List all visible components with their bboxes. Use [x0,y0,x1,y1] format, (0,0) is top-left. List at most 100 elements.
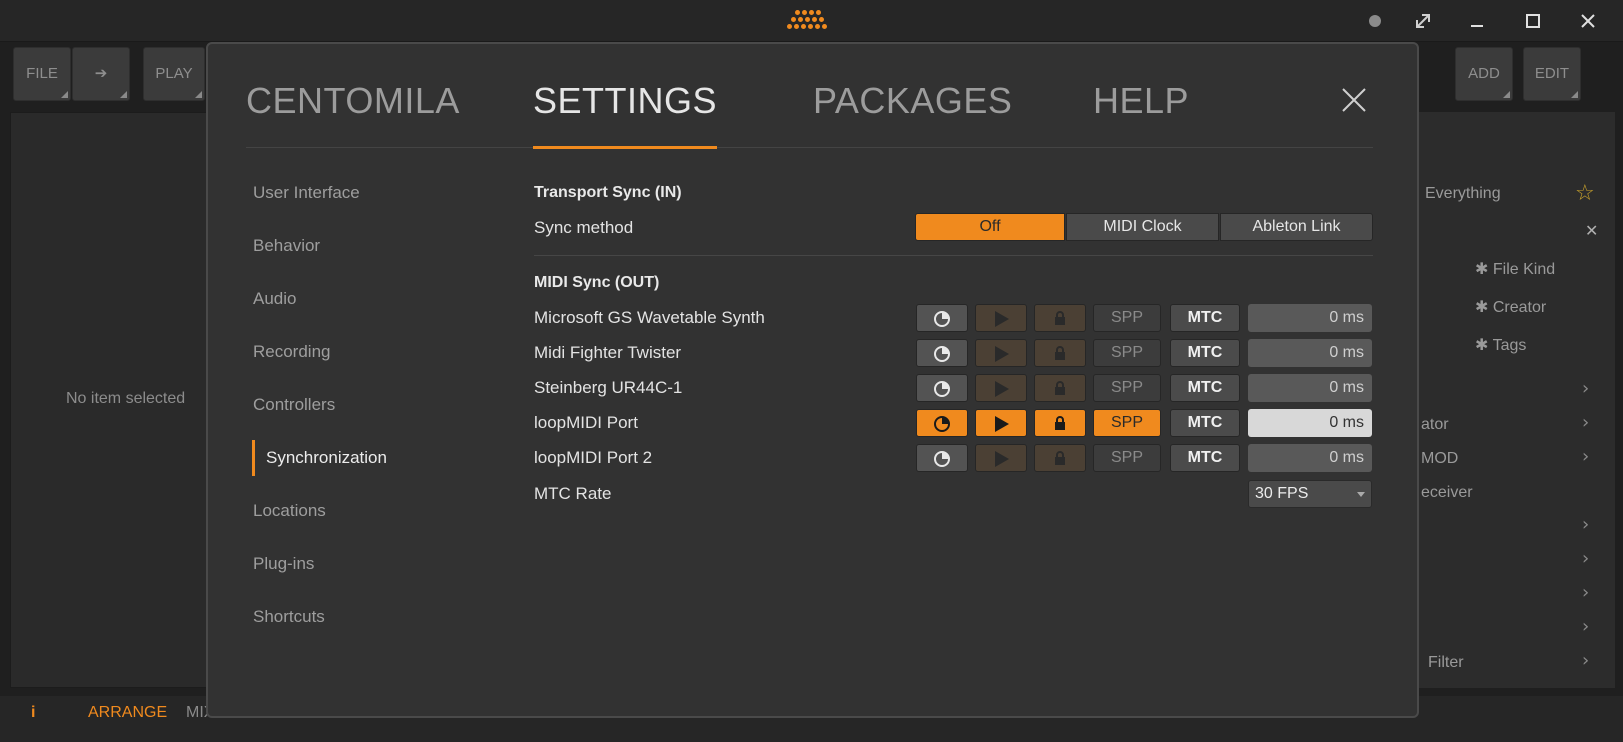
clock-toggle[interactable] [916,409,968,437]
midi-port-name: Midi Fighter Twister [534,343,682,362]
chevron-right-icon[interactable]: › [1582,650,1589,671]
chevron-right-icon[interactable]: › [1582,616,1589,637]
add-button[interactable]: ADD [1455,47,1513,101]
transport-toggle[interactable] [975,304,1027,332]
midi-port-name: loopMIDI Port 2 [534,448,653,467]
clock-toggle[interactable] [916,444,968,472]
nav-behavior[interactable]: Behavior [253,236,320,256]
transport-toggle[interactable] [975,444,1027,472]
chevron-right-icon[interactable]: › [1582,446,1589,467]
browser-item[interactable]: Filter [1428,654,1464,672]
filter-tags[interactable]: ✱ Tags [1475,335,1526,355]
filter-label: File Kind [1492,261,1556,278]
mtc-rate-select[interactable]: 30 FPS [1248,480,1372,508]
fullscreen-toggle-icon[interactable] [1411,9,1435,33]
mtc-toggle[interactable]: MTC [1170,304,1240,332]
nav-recording[interactable]: Recording [253,342,331,362]
mtc-rate-label: MTC Rate [534,484,612,503]
lock-icon [1035,450,1085,466]
sync-midi-clock-button[interactable]: MIDI Clock [1066,213,1219,241]
clock-toggle[interactable] [916,374,968,402]
close-icon[interactable] [1576,9,1600,33]
dropdown-arrow-icon [1357,492,1365,497]
play-icon [976,415,1026,433]
mtc-rate-value: 30 FPS [1255,485,1309,502]
transport-toggle[interactable] [975,339,1027,367]
spp-toggle[interactable]: SPP [1093,339,1161,367]
offset-field[interactable]: 0 ms [1248,374,1372,402]
nav-plug-ins[interactable]: Plug-ins [253,554,314,574]
nav-user-interface[interactable]: User Interface [253,183,360,203]
chevron-right-icon[interactable]: › [1582,582,1589,603]
tab-packages[interactable]: PACKAGES [813,78,1012,148]
chevron-right-icon[interactable]: › [1582,378,1589,399]
mtc-toggle[interactable]: MTC [1170,444,1240,472]
asterisk-icon: ✱ [1475,261,1493,278]
lock-toggle[interactable] [1034,339,1086,367]
spp-toggle[interactable]: SPP [1093,409,1161,437]
midi-port-name: Steinberg UR44C-1 [534,378,683,397]
export-button[interactable]: ➔ [72,47,130,101]
lock-toggle[interactable] [1034,304,1086,332]
browser-item[interactable]: ator [1421,416,1449,434]
offset-field[interactable]: 0 ms [1248,409,1372,437]
dialog-close-icon[interactable] [1340,86,1368,114]
tab-settings[interactable]: SETTINGS [533,78,718,149]
clear-search-icon[interactable]: ✕ [1585,221,1598,241]
asterisk-icon: ✱ [1475,299,1493,316]
clock-toggle[interactable] [916,339,968,367]
chevron-right-icon[interactable]: › [1582,412,1589,433]
sync-off-button[interactable]: Off [915,213,1065,241]
offset-field[interactable]: 0 ms [1248,444,1372,472]
lock-icon [1035,415,1085,431]
maximize-icon[interactable] [1521,9,1545,33]
spp-toggle[interactable]: SPP [1093,304,1161,332]
filter-creator[interactable]: ✱ Creator [1475,297,1546,317]
filter-file-kind[interactable]: ✱ File Kind [1475,259,1555,279]
minimize-icon[interactable] [1465,9,1489,33]
lock-toggle[interactable] [1034,409,1086,437]
mtc-toggle[interactable]: MTC [1170,409,1240,437]
play-button[interactable]: PLAY [143,47,205,101]
mtc-toggle[interactable]: MTC [1170,374,1240,402]
tab-centomila[interactable]: CENTOMILA [246,78,460,148]
midi-port-name: loopMIDI Port [534,413,638,432]
transport-toggle[interactable] [975,409,1027,437]
lock-toggle[interactable] [1034,444,1086,472]
asterisk-icon: ✱ [1475,337,1493,354]
spp-toggle[interactable]: SPP [1093,444,1161,472]
mtc-toggle[interactable]: MTC [1170,339,1240,367]
play-icon [976,450,1026,468]
info-icon[interactable]: i [31,704,35,722]
nav-shortcuts[interactable]: Shortcuts [253,607,325,627]
offset-field[interactable]: 0 ms [1248,339,1372,367]
arrange-tab[interactable]: ARRANGE [88,704,167,722]
browser-item[interactable]: eceiver [1421,484,1473,502]
file-button[interactable]: FILE [13,47,71,101]
sync-ableton-link-button[interactable]: Ableton Link [1220,213,1373,241]
clock-icon [917,345,967,363]
nav-audio[interactable]: Audio [253,289,296,309]
nav-controllers[interactable]: Controllers [253,395,335,415]
clock-icon [917,415,967,433]
clock-toggle[interactable] [916,304,968,332]
lock-toggle[interactable] [1034,374,1086,402]
chevron-right-icon[interactable]: › [1582,514,1589,535]
sync-method-label: Sync method [534,218,634,237]
bitwig-logo-icon [785,10,835,34]
transport-sync-heading: Transport Sync (IN) [534,184,682,201]
browser-item[interactable]: MOD [1421,450,1458,468]
transport-toggle[interactable] [975,374,1027,402]
nav-synchronization[interactable]: Synchronization [266,448,387,468]
spp-toggle[interactable]: SPP [1093,374,1161,402]
offset-field[interactable]: 0 ms [1248,304,1372,332]
clock-icon [917,310,967,328]
nav-locations[interactable]: Locations [253,501,326,521]
chevron-right-icon[interactable]: › [1582,548,1589,569]
tab-help[interactable]: HELP [1093,78,1189,148]
star-icon[interactable]: ☆ [1575,181,1595,206]
record-dot-icon[interactable] [1363,9,1387,33]
play-icon [976,310,1026,328]
edit-button[interactable]: EDIT [1523,47,1581,101]
title-bar [0,0,1623,42]
